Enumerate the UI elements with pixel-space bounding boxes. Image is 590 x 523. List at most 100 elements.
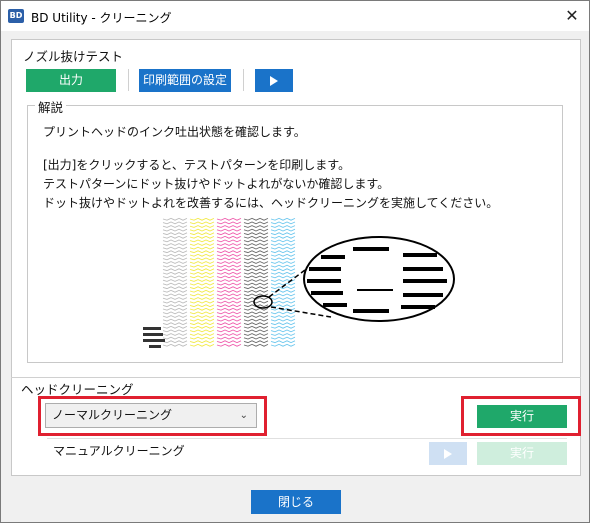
- manual-play-button[interactable]: [429, 442, 467, 465]
- pattern-line: [270, 275, 296, 279]
- pattern-line: [216, 293, 242, 297]
- pattern-line: [270, 343, 296, 347]
- cleaning-window: BD BD Utility - クリーニング ✕ ノズル抜けテスト 出力 印刷範…: [0, 0, 590, 523]
- pattern-line: [243, 340, 269, 344]
- pattern-line: [243, 271, 269, 275]
- close-icon[interactable]: ✕: [555, 1, 589, 31]
- pattern-line: [162, 250, 188, 254]
- pattern-line: [216, 340, 242, 344]
- close-button[interactable]: 閉じる: [251, 490, 341, 514]
- pattern-line: [270, 239, 296, 243]
- pattern-line: [270, 225, 296, 228]
- pattern-line: [270, 253, 296, 257]
- pattern-line: [189, 253, 215, 257]
- explanation-label: 解説: [35, 97, 67, 116]
- pattern-line: [243, 279, 269, 282]
- pattern-line: [189, 297, 215, 300]
- explanation-line-1: プリントヘッドのインク吐出状態を確認します。: [43, 125, 306, 139]
- pattern-line: [162, 275, 188, 279]
- pattern-line: [216, 275, 242, 279]
- pattern-line: [243, 343, 269, 347]
- pattern-line: [270, 315, 296, 318]
- pattern-line: [162, 304, 188, 308]
- pattern-line: [270, 297, 296, 300]
- window-title: BD Utility - クリーニング: [31, 11, 172, 25]
- pattern-line: [270, 250, 296, 254]
- run-cleaning-button[interactable]: 実行: [477, 405, 567, 428]
- pattern-line: [216, 289, 242, 293]
- pattern-line: [216, 221, 242, 225]
- pattern-line: [216, 239, 242, 243]
- manual-run-button[interactable]: 実行: [477, 442, 567, 465]
- pattern-line: [189, 243, 215, 246]
- pattern-line: [243, 286, 269, 290]
- separator: [243, 69, 244, 91]
- pattern-line: [243, 329, 269, 333]
- pattern-line: [243, 311, 269, 315]
- play-icon: [270, 75, 278, 86]
- pattern-line: [216, 343, 242, 347]
- pattern-line: [189, 336, 215, 340]
- pattern-line: [216, 261, 242, 264]
- pattern-line: [216, 250, 242, 254]
- pattern-line: [189, 333, 215, 336]
- pattern-line: [216, 318, 242, 322]
- nozzle-pattern-illustration: [143, 217, 455, 348]
- pattern-line: [243, 217, 269, 221]
- pattern-line: [189, 246, 215, 250]
- pattern-line: [216, 246, 242, 250]
- pattern-line: [189, 235, 215, 239]
- pattern-line: [270, 246, 296, 250]
- pattern-line: [162, 235, 188, 239]
- pattern-line: [162, 239, 188, 243]
- pattern-line: [243, 232, 269, 236]
- pattern-line: [243, 282, 269, 286]
- pattern-line: [243, 243, 269, 246]
- pattern-line: [243, 268, 269, 272]
- pattern-line: [216, 217, 242, 221]
- pattern-line: [270, 329, 296, 333]
- pattern-line: [216, 297, 242, 300]
- print-range-button[interactable]: 印刷範囲の設定: [139, 69, 231, 92]
- pattern-line: [270, 268, 296, 272]
- pattern-line: [270, 325, 296, 329]
- pattern-line: [162, 325, 188, 329]
- section-divider: [11, 377, 581, 378]
- pattern-line: [270, 261, 296, 264]
- pattern-line: [162, 340, 188, 344]
- pattern-line: [243, 250, 269, 254]
- pattern-line: [189, 217, 215, 221]
- pattern-line: [162, 297, 188, 300]
- pattern-line: [243, 300, 269, 304]
- pattern-line: [216, 271, 242, 275]
- pattern-line: [162, 322, 188, 326]
- pattern-line: [216, 257, 242, 261]
- pattern-line: [243, 322, 269, 326]
- output-button[interactable]: 出力: [26, 69, 116, 92]
- pattern-line: [216, 232, 242, 236]
- pattern-line: [243, 261, 269, 264]
- pattern-line: [216, 325, 242, 329]
- pattern-line: [270, 228, 296, 232]
- pattern-line: [270, 257, 296, 261]
- pattern-columns: [162, 217, 296, 347]
- pattern-line: [162, 243, 188, 246]
- cleaning-type-select[interactable]: ノーマルクリーニング ⌄: [45, 403, 257, 428]
- pattern-line: [216, 264, 242, 268]
- pattern-line: [189, 275, 215, 279]
- pattern-line: [216, 282, 242, 286]
- pattern-line: [243, 239, 269, 243]
- pattern-line: [162, 257, 188, 261]
- play-icon: [444, 448, 452, 459]
- pattern-line: [270, 322, 296, 326]
- pattern-line: [162, 286, 188, 290]
- play-button[interactable]: [255, 69, 293, 92]
- pattern-line: [270, 221, 296, 225]
- pattern-line: [162, 300, 188, 304]
- pattern-line: [189, 340, 215, 344]
- pattern-line: [162, 293, 188, 297]
- pattern-line: [189, 250, 215, 254]
- pattern-line: [189, 304, 215, 308]
- pattern-line: [189, 300, 215, 304]
- pattern-line: [243, 264, 269, 268]
